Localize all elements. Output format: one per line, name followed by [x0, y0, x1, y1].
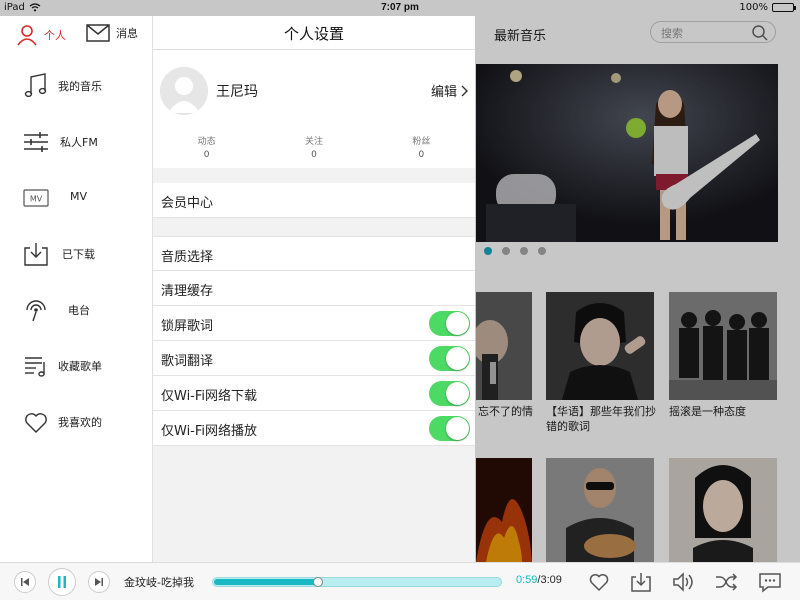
- wifi-download-row: 仅Wi-Fi网络下载: [153, 376, 475, 411]
- tab-messages-label: 消息: [116, 27, 138, 40]
- row-label: 锁屏歌词: [161, 319, 214, 334]
- settings-title: 个人设置: [283, 25, 344, 43]
- lockscreen-lyrics-toggle[interactable]: [429, 311, 470, 336]
- stat-value: 0: [311, 150, 317, 160]
- player-bar: 金玟岐-吃掉我 0:59/3:09: [0, 562, 800, 600]
- toggle-knob: [446, 417, 469, 440]
- row-label: 清理缓存: [161, 284, 214, 299]
- download-icon[interactable]: [630, 571, 652, 593]
- person-icon: [17, 25, 37, 46]
- battery-icon: [772, 3, 796, 12]
- elapsed-time: 0:59: [516, 574, 538, 586]
- default-avatar-icon: [160, 67, 208, 115]
- username: 王尼玛: [216, 84, 258, 100]
- stat-value: 0: [418, 150, 425, 160]
- sidebar-item-radio[interactable]: 电台: [0, 288, 153, 332]
- wifi-play-row: 仅Wi-Fi网络播放: [153, 411, 475, 446]
- sidebar-item-label: 私人FM: [60, 136, 98, 149]
- stat-posts[interactable]: 动态 0: [153, 134, 260, 160]
- audio-quality-row[interactable]: 音质选择: [153, 236, 475, 271]
- volume-icon[interactable]: [672, 571, 696, 593]
- edit-profile-button[interactable]: 编辑: [431, 81, 469, 100]
- toggle-knob: [446, 382, 469, 405]
- music-note-icon: [24, 73, 47, 98]
- sidebar-item-label: 我喜欢的: [58, 416, 102, 429]
- battery-percent: 100%: [739, 2, 768, 13]
- member-center-row[interactable]: 会员中心: [153, 183, 475, 218]
- profile-section: 王尼玛 编辑 动态 0 关注 0 粉丝 0: [153, 50, 475, 168]
- stat-following[interactable]: 关注 0: [260, 134, 367, 160]
- next-icon: [95, 578, 103, 586]
- sidebar-item-label: 收藏歌单: [58, 360, 102, 373]
- row-label: 音质选择: [161, 250, 214, 265]
- row-label: 会员中心: [161, 196, 214, 211]
- sidebar-item-mv[interactable]: MV MV: [0, 176, 153, 220]
- svg-text:MV: MV: [30, 195, 43, 204]
- equalizer-icon: [24, 132, 48, 152]
- mv-icon: MV: [23, 189, 49, 207]
- shuffle-icon[interactable]: [714, 571, 738, 593]
- now-playing-title: 金玟岐-吃掉我: [124, 576, 194, 589]
- lyrics-translation-toggle[interactable]: [429, 346, 470, 371]
- sidebar-item-saved-playlists[interactable]: 收藏歌单: [0, 344, 153, 388]
- lockscreen-lyrics-row: 锁屏歌词: [153, 306, 475, 341]
- sidebar: 个人 消息 我的音乐 私人FM MV MV 已下载 电台 收藏歌单 我喜欢的: [0, 16, 153, 562]
- heart-icon[interactable]: [588, 571, 610, 593]
- sidebar-item-my-music[interactable]: 我的音乐: [0, 64, 153, 108]
- sidebar-item-label: MV: [70, 190, 88, 203]
- progress-slider[interactable]: [212, 577, 502, 587]
- clear-cache-row[interactable]: 清理缓存: [153, 271, 475, 306]
- toggle-knob: [446, 312, 469, 335]
- pause-button[interactable]: [48, 568, 76, 596]
- tab-messages[interactable]: 消息: [86, 24, 138, 42]
- previous-button[interactable]: [14, 571, 36, 593]
- total-duration: /3:09: [537, 574, 562, 586]
- stat-followers[interactable]: 粉丝 0: [368, 134, 475, 160]
- sidebar-item-private-fm[interactable]: 私人FM: [0, 120, 153, 164]
- toggle-knob: [446, 347, 469, 370]
- sidebar-tabs: 个人 消息: [0, 24, 153, 48]
- clock: 7:07 pm: [381, 2, 419, 13]
- profile-stats: 动态 0 关注 0 粉丝 0: [153, 134, 475, 160]
- lyrics-translation-row: 歌词翻译: [153, 341, 475, 376]
- sidebar-item-favorites[interactable]: 我喜欢的: [0, 400, 153, 444]
- row-label: 歌词翻译: [161, 354, 214, 369]
- tab-personal[interactable]: 个人: [16, 24, 66, 46]
- heart-icon: [25, 413, 47, 433]
- next-button[interactable]: [88, 571, 110, 593]
- row-label: 仅Wi-Fi网络下载: [161, 389, 258, 404]
- tab-personal-label: 个人: [44, 29, 66, 42]
- pause-icon: [58, 576, 66, 588]
- avatar[interactable]: [160, 67, 208, 115]
- wifi-play-toggle[interactable]: [429, 416, 470, 441]
- sidebar-item-label: 我的音乐: [58, 80, 102, 93]
- stat-label: 动态: [197, 137, 216, 147]
- settings-header: 个人设置: [153, 16, 475, 50]
- progress-handle[interactable]: [313, 577, 323, 587]
- edit-label: 编辑: [430, 85, 457, 100]
- settings-panel: 个人设置 王尼玛 编辑 动态 0 关注 0 粉丝 0 会员中心 音质选择 清理缓…: [153, 16, 475, 562]
- radio-icon: [26, 300, 46, 322]
- stat-label: 关注: [304, 137, 323, 147]
- progress-fill: [214, 579, 318, 585]
- playback-time: 0:59/3:09: [516, 574, 562, 586]
- comment-icon[interactable]: [758, 571, 782, 593]
- mail-icon: [86, 24, 110, 42]
- sidebar-item-downloaded[interactable]: 已下载: [0, 232, 153, 276]
- sidebar-item-label: 电台: [68, 304, 90, 317]
- stat-value: 0: [203, 150, 210, 160]
- previous-icon: [21, 578, 29, 586]
- playlist-icon: [25, 357, 45, 377]
- status-bar: iPad 7:07 pm 100%: [0, 0, 800, 16]
- chevron-right-icon: [461, 85, 468, 96]
- sidebar-item-label: 已下载: [62, 248, 95, 261]
- download-icon: [24, 243, 48, 266]
- wifi-download-toggle[interactable]: [429, 381, 470, 406]
- row-label: 仅Wi-Fi网络播放: [161, 424, 258, 439]
- stat-label: 粉丝: [412, 137, 431, 147]
